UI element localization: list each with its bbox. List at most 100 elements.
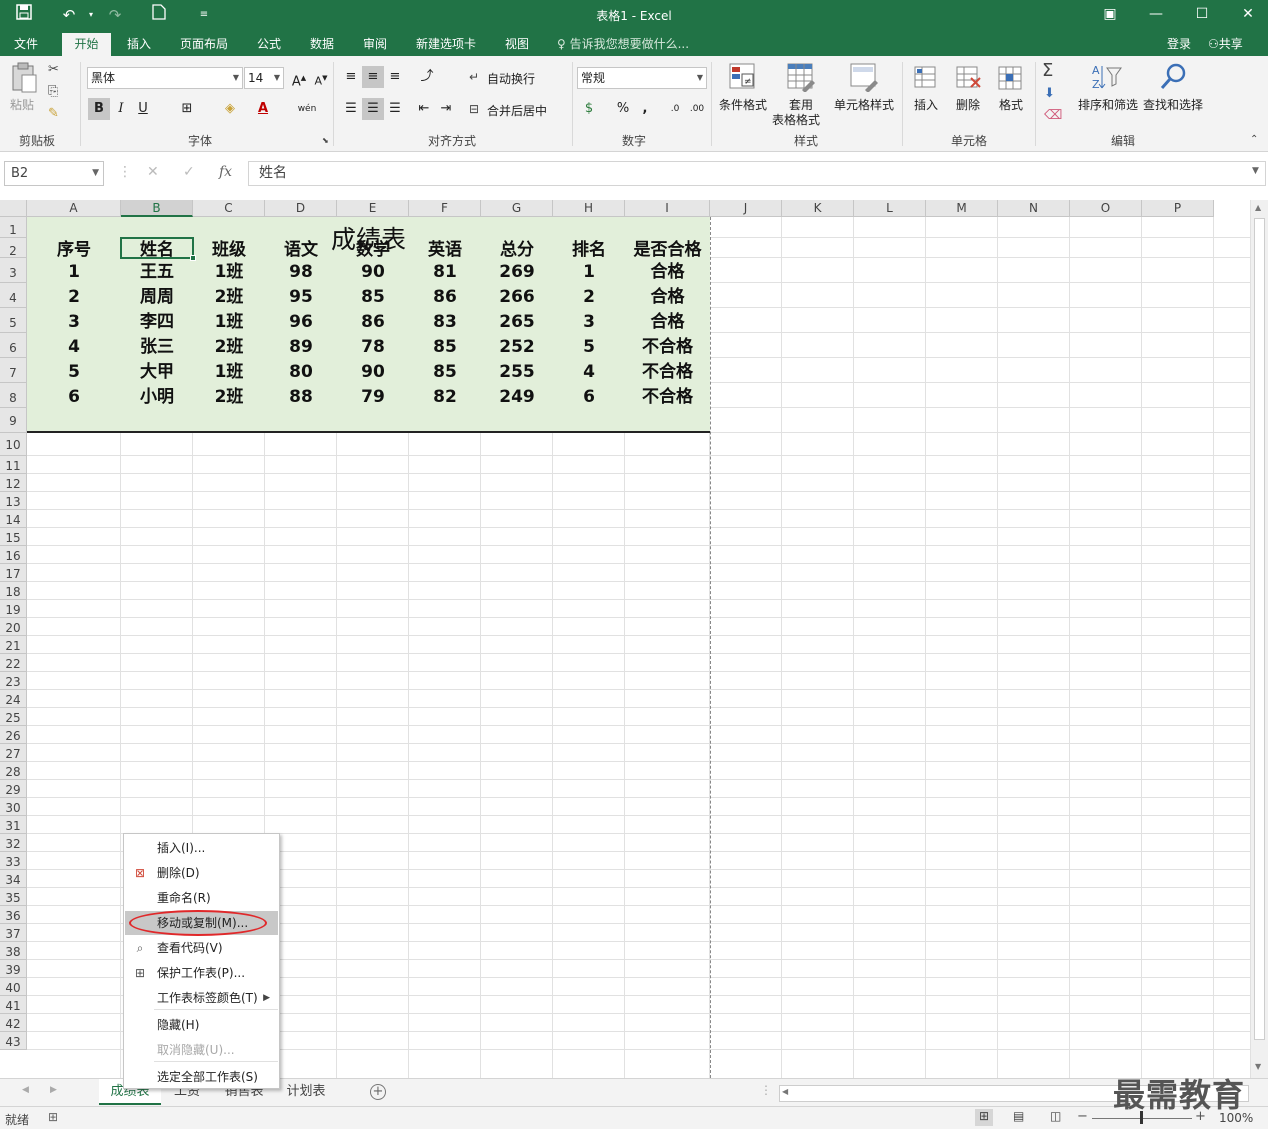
tab-insert[interactable]: 插入: [123, 33, 155, 56]
row-header-32[interactable]: 32: [0, 834, 27, 852]
column-header-e[interactable]: E: [337, 200, 409, 217]
row-header-19[interactable]: 19: [0, 600, 27, 618]
header-cell-a[interactable]: 序号: [27, 240, 121, 260]
row-header-17[interactable]: 17: [0, 564, 27, 582]
vertical-scrollbar[interactable]: ▲ ▼: [1250, 200, 1268, 1078]
confirm-entry-icon[interactable]: ✓: [183, 164, 195, 180]
row-header-11[interactable]: 11: [0, 456, 27, 474]
row-header-2[interactable]: 2: [0, 238, 27, 258]
data-cell-r6-f[interactable]: 85: [409, 335, 481, 360]
data-cell-r6-c[interactable]: 2班: [193, 335, 265, 360]
row-header-18[interactable]: 18: [0, 582, 27, 600]
data-cell-r7-g[interactable]: 255: [481, 360, 553, 385]
data-cell-r4-g[interactable]: 266: [481, 285, 553, 310]
row-header-5[interactable]: 5: [0, 308, 27, 333]
data-cell-r6-a[interactable]: 4: [27, 335, 121, 360]
maximize-button[interactable]: ☐: [1179, 0, 1225, 30]
comma-button[interactable]: ,: [634, 98, 656, 120]
row-header-39[interactable]: 39: [0, 960, 27, 978]
format-cells-button[interactable]: 格式: [999, 96, 1023, 113]
data-cell-r4-h[interactable]: 2: [553, 285, 625, 310]
phonetic-button[interactable]: wén: [296, 98, 318, 120]
data-cell-r3-i[interactable]: 合格: [625, 260, 710, 285]
data-cell-r8-d[interactable]: 88: [265, 385, 337, 410]
increase-font-icon[interactable]: A▲: [288, 67, 310, 89]
menu-item-0[interactable]: 插入(I)...: [125, 836, 278, 860]
row-header-38[interactable]: 38: [0, 942, 27, 960]
data-cell-r8-c[interactable]: 2班: [193, 385, 265, 410]
conditional-format-button[interactable]: 条件格式: [719, 96, 767, 113]
find-select-icon[interactable]: [1159, 62, 1189, 95]
sort-filter-button[interactable]: 排序和筛选: [1078, 96, 1138, 113]
align-right-icon[interactable]: ☰: [384, 98, 406, 120]
increase-indent-icon[interactable]: ⇥: [435, 98, 457, 120]
conditional-format-icon[interactable]: ≠: [728, 62, 758, 95]
data-cell-r8-i[interactable]: 不合格: [625, 385, 710, 410]
merge-center-button[interactable]: 合并后居中: [487, 102, 547, 119]
tell-me-box[interactable]: ♀ 告诉我您想要做什么...: [557, 33, 689, 56]
align-bottom-icon[interactable]: ≡: [384, 66, 406, 88]
data-cell-r3-f[interactable]: 81: [409, 260, 481, 285]
macro-record-icon[interactable]: ⊞: [48, 1110, 58, 1124]
merge-icon[interactable]: ⊟: [469, 102, 479, 116]
delete-cells-button[interactable]: 删除: [956, 96, 980, 113]
increase-decimal-icon[interactable]: .0: [664, 98, 686, 120]
header-cell-i[interactable]: 是否合格: [625, 240, 710, 260]
data-cell-r4-f[interactable]: 86: [409, 285, 481, 310]
row-header-12[interactable]: 12: [0, 474, 27, 492]
row-header-22[interactable]: 22: [0, 654, 27, 672]
data-cell-r3-e[interactable]: 90: [337, 260, 409, 285]
data-cell-r5-c[interactable]: 1班: [193, 310, 265, 335]
column-header-h[interactable]: H: [553, 200, 625, 217]
font-size-dropdown[interactable]: 14 ▼: [244, 67, 284, 89]
close-button[interactable]: ✕: [1225, 0, 1268, 30]
scroll-tabs-right-icon[interactable]: ▶: [50, 1085, 57, 1095]
header-cell-e[interactable]: 数学: [337, 240, 409, 260]
row-header-23[interactable]: 23: [0, 672, 27, 690]
row-header-24[interactable]: 24: [0, 690, 27, 708]
row-header-13[interactable]: 13: [0, 492, 27, 510]
column-header-b[interactable]: B: [121, 200, 193, 217]
row-header-43[interactable]: 43: [0, 1032, 27, 1050]
tab-file[interactable]: 文件: [10, 33, 42, 56]
collapse-ribbon-icon[interactable]: ⌃: [1250, 134, 1258, 145]
font-name-dropdown[interactable]: 黑体 ▼: [87, 67, 243, 89]
row-header-15[interactable]: 15: [0, 528, 27, 546]
data-cell-r5-i[interactable]: 合格: [625, 310, 710, 335]
insert-cells-icon[interactable]: [913, 64, 941, 95]
dialog-launcher-icon[interactable]: ⬊: [322, 136, 329, 145]
row-header-34[interactable]: 34: [0, 870, 27, 888]
clear-icon[interactable]: ⌫: [1044, 108, 1062, 123]
data-cell-r5-a[interactable]: 3: [27, 310, 121, 335]
row-header-41[interactable]: 41: [0, 996, 27, 1014]
row-header-6[interactable]: 6: [0, 333, 27, 358]
new-sheet-icon[interactable]: +: [370, 1084, 386, 1100]
data-cell-r5-d[interactable]: 96: [265, 310, 337, 335]
data-cell-r8-a[interactable]: 6: [27, 385, 121, 410]
data-cell-r5-f[interactable]: 83: [409, 310, 481, 335]
data-cell-r7-e[interactable]: 90: [337, 360, 409, 385]
autosum-icon[interactable]: Σ: [1042, 60, 1053, 81]
tab-home[interactable]: 开始: [62, 33, 111, 56]
row-header-40[interactable]: 40: [0, 978, 27, 996]
row-header-27[interactable]: 27: [0, 744, 27, 762]
accounting-format-icon[interactable]: $: [578, 98, 600, 120]
column-header-d[interactable]: D: [265, 200, 337, 217]
data-cell-r6-g[interactable]: 252: [481, 335, 553, 360]
ribbon-display-icon[interactable]: ▣: [1087, 0, 1133, 30]
scroll-down-icon[interactable]: ▼: [1255, 1062, 1261, 1071]
data-cell-r6-d[interactable]: 89: [265, 335, 337, 360]
menu-item-9[interactable]: 选定全部工作表(S): [125, 1065, 278, 1089]
data-cell-r4-e[interactable]: 85: [337, 285, 409, 310]
header-cell-f[interactable]: 英语: [409, 240, 481, 260]
data-cell-r8-b[interactable]: 小明: [121, 385, 193, 410]
row-header-16[interactable]: 16: [0, 546, 27, 564]
menu-item-1[interactable]: ⊠ 删除(D): [125, 861, 278, 885]
orientation-icon[interactable]: ⤴: [416, 66, 438, 88]
data-cell-r7-h[interactable]: 4: [553, 360, 625, 385]
percent-button[interactable]: %: [612, 98, 634, 120]
menu-item-7[interactable]: 隐藏(H): [125, 1013, 278, 1037]
data-cell-r8-e[interactable]: 79: [337, 385, 409, 410]
data-cell-r5-h[interactable]: 3: [553, 310, 625, 335]
header-cell-g[interactable]: 总分: [481, 240, 553, 260]
